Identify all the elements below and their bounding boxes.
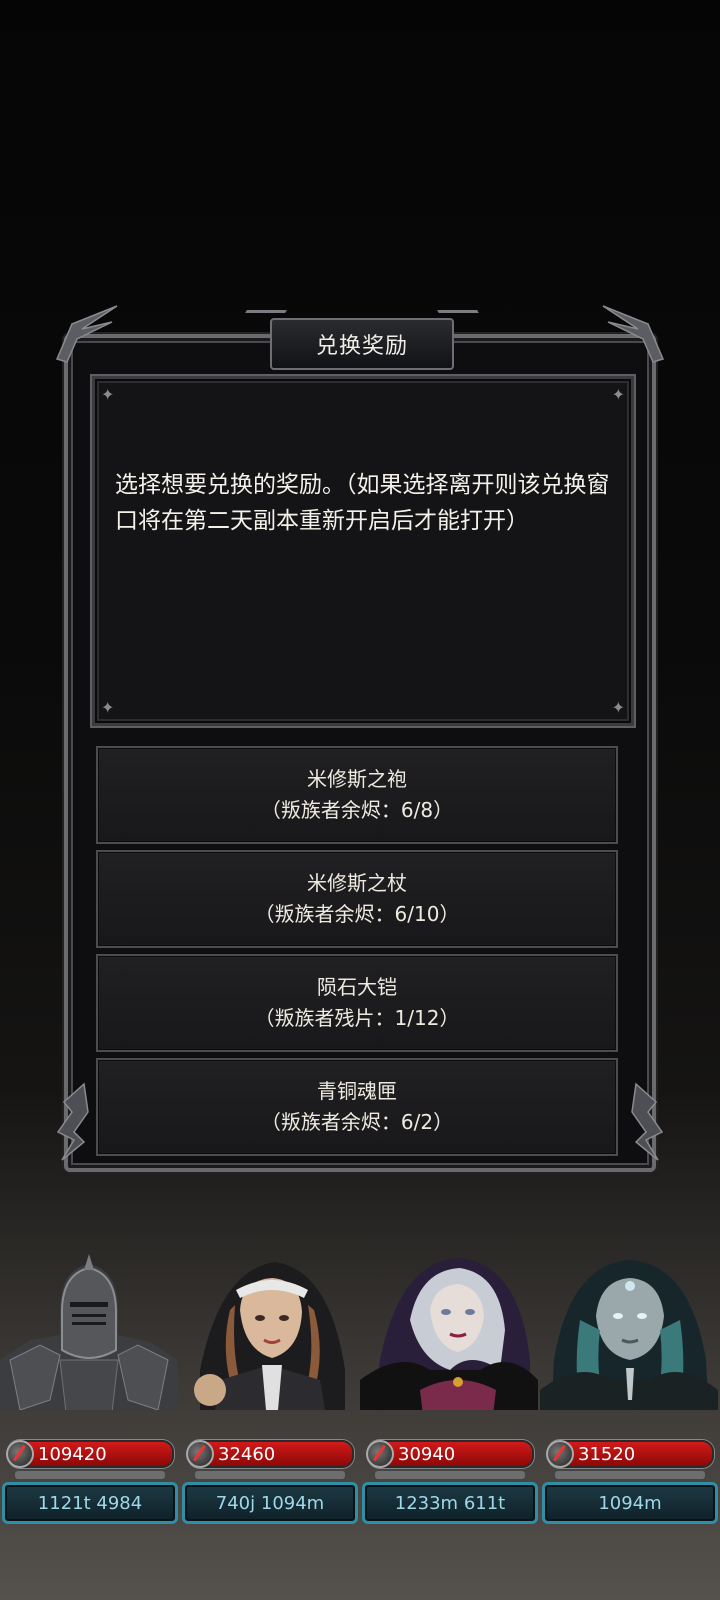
party-bar: 109420 1121t 4984 32460 740j 1094m 30940… <box>0 1250 720 1530</box>
dialog-title: 兑换奖励 <box>270 318 454 370</box>
sword-icon <box>186 1440 214 1468</box>
hero-card-sorceress[interactable]: 30940 1233m 611t <box>360 1250 538 1530</box>
reward-cost: （叛族者残片：1/12） <box>254 1006 460 1030</box>
reward-option-1[interactable]: 米修斯之袍 （叛族者余烬：6/8） <box>96 746 618 844</box>
reward-option-2[interactable]: 米修斯之杖 （叛族者余烬：6/10） <box>96 850 618 948</box>
frame-spike-ornament-right <box>598 304 668 364</box>
energy-bar <box>374 1470 526 1480</box>
hp-bar: 31520 <box>546 1440 714 1468</box>
frame-spike-ornament-left <box>52 304 122 364</box>
description-text: 选择想要兑换的奖励。（如果选择离开则该兑换窗口将在第二天副本重新开启后才能打开） <box>115 472 610 534</box>
frame-claw-ornament-right <box>626 1082 666 1162</box>
hp-value: 31520 <box>578 1443 636 1465</box>
hero-stat: 1094m <box>542 1482 718 1524</box>
hero-card-knight[interactable]: 109420 1121t 4984 <box>0 1250 178 1530</box>
hero-card-priestess[interactable]: 31520 1094m <box>540 1250 718 1530</box>
hooded-sorceress-portrait <box>360 1250 538 1410</box>
energy-bar <box>14 1470 166 1480</box>
energy-bar <box>554 1470 706 1480</box>
reward-name: 陨石大铠 <box>317 975 397 999</box>
hooded-priestess-portrait <box>540 1250 718 1410</box>
hero-card-nun[interactable]: 32460 740j 1094m <box>180 1250 358 1530</box>
reward-name: 米修斯之袍 <box>307 767 407 791</box>
description-panel: ✦ ✦ ✦ ✦ 选择想要兑换的奖励。（如果选择离开则该兑换窗口将在第二天副本重新… <box>92 376 634 726</box>
frame-claw-ornament-left <box>54 1082 94 1162</box>
sword-icon <box>366 1440 394 1468</box>
exchange-reward-dialog: 兑换奖励 ✦ ✦ ✦ ✦ 选择想要兑换的奖励。（如果选择离开则该兑换窗口将在第二… <box>55 305 665 1172</box>
hero-stat: 1121t 4984 <box>2 1482 178 1524</box>
sparkle-icon: ✦ <box>611 698 625 717</box>
reward-cost: （叛族者余烬：6/2） <box>260 1110 454 1134</box>
reward-cost: （叛族者余烬：6/10） <box>254 902 460 926</box>
sparkle-icon: ✦ <box>101 385 115 404</box>
hp-bar: 109420 <box>6 1440 174 1468</box>
sword-icon <box>6 1440 34 1468</box>
reward-option-4[interactable]: 青铜魂匣 （叛族者余烬：6/2） <box>96 1058 618 1156</box>
sparkle-icon: ✦ <box>611 385 625 404</box>
hp-value: 32460 <box>218 1443 276 1465</box>
reward-name: 米修斯之杖 <box>307 871 407 895</box>
hp-value: 109420 <box>38 1443 107 1465</box>
hp-value: 30940 <box>398 1443 456 1465</box>
sword-icon <box>546 1440 574 1468</box>
hero-stat: 740j 1094m <box>182 1482 358 1524</box>
hero-stat: 1233m 611t <box>362 1482 538 1524</box>
reward-name: 青铜魂匣 <box>317 1079 397 1103</box>
reward-option-3[interactable]: 陨石大铠 （叛族者残片：1/12） <box>96 954 618 1052</box>
sparkle-icon: ✦ <box>101 698 115 717</box>
armored-knight-portrait <box>0 1250 178 1410</box>
energy-bar <box>194 1470 346 1480</box>
reward-cost: （叛族者余烬：6/8） <box>260 798 454 822</box>
hp-bar: 30940 <box>366 1440 534 1468</box>
nun-warrior-portrait <box>180 1250 358 1410</box>
hp-bar: 32460 <box>186 1440 354 1468</box>
